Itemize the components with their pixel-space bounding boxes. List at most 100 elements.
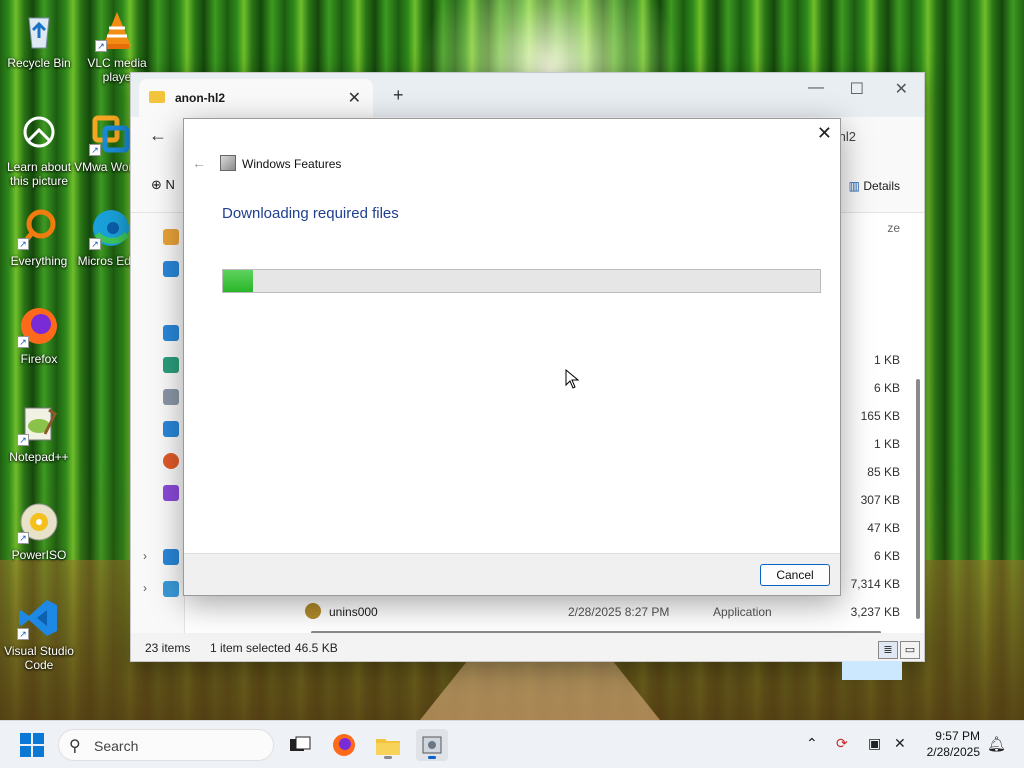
taskbar-windows-features-button[interactable] [416, 729, 448, 761]
network-status-icon[interactable]: ▣ [868, 735, 881, 752]
folder-icon [149, 91, 165, 103]
notification-bell-icon[interactable]: 🔔︎ [987, 735, 1006, 753]
desktop-icon-learn-picture[interactable]: Learn about this picture [0, 112, 78, 188]
dialog-footer: Cancel [184, 553, 840, 595]
desktop-icon-label: Everything [10, 254, 68, 268]
desktop-icon-firefox[interactable]: ↗ Firefox [0, 304, 78, 366]
desktop-icon-everything[interactable]: ↗ Everything [0, 206, 78, 268]
downloads-icon[interactable] [163, 357, 179, 373]
task-view-button[interactable] [284, 729, 316, 761]
shortcut-arrow-icon: ↗ [17, 434, 29, 446]
window-close-button[interactable]: ✕ [895, 79, 908, 99]
taskbar-file-explorer-button[interactable] [372, 729, 404, 761]
windows-logo-tile [20, 746, 31, 757]
windows-logo-tile [33, 746, 44, 757]
tab-close-button[interactable]: ✕ [348, 88, 361, 108]
taskbar-search-box[interactable]: ⚲ Search [58, 729, 274, 761]
firefox-icon [333, 734, 355, 756]
maximize-button[interactable]: ☐ [850, 79, 864, 99]
shortcut-arrow-icon: ↗ [17, 238, 29, 250]
vertical-scrollbar[interactable] [916, 379, 920, 619]
windows-logo-tile [20, 733, 31, 744]
dialog-close-button[interactable]: ✕ [817, 123, 832, 144]
explorer-tab[interactable]: anon-hl2 ✕ [139, 79, 373, 117]
new-button-label: N [165, 177, 175, 192]
windows-features-dialog: ✕ ← Windows Features Downloading require… [183, 118, 841, 596]
learn-picture-icon [17, 112, 61, 156]
dialog-back-button[interactable]: ← [192, 155, 206, 171]
pictures-icon[interactable] [163, 421, 179, 437]
taskbar: ⚲ Search ⌃ ⟳ ▣ ✕ 9:57 PM 2/28/2025 🔔︎ [0, 720, 1024, 768]
explorer-sidebar: › › [131, 213, 185, 633]
gallery-icon[interactable] [163, 261, 179, 277]
network-icon[interactable] [163, 581, 179, 597]
vscode-icon: ↗ [17, 596, 61, 640]
desktop-icon-label: Firefox [20, 352, 58, 366]
explorer-status-bar: 23 items 1 item selected 46.5 KB ≣ ▭ [131, 633, 924, 661]
active-indicator [428, 756, 436, 759]
item-count: 23 items [145, 641, 191, 655]
desktop-icon-recycle-bin[interactable]: Recycle Bin [0, 8, 78, 70]
windows-features-icon [220, 155, 236, 171]
desktop-icon-label: Recycle Bin [7, 56, 71, 70]
poweriso-icon: ↗ [17, 500, 61, 544]
task-view-icon [290, 736, 311, 751]
expand-chevron-icon[interactable]: › [143, 581, 147, 595]
this-pc-icon[interactable] [163, 549, 179, 565]
shortcut-arrow-icon: ↗ [89, 238, 101, 250]
shortcut-arrow-icon: ↗ [95, 40, 107, 52]
videos-icon[interactable] [163, 485, 179, 501]
selection-count: 1 item selected [210, 641, 291, 655]
recycle-bin-icon [17, 8, 61, 52]
music-icon[interactable] [163, 453, 179, 469]
details-button[interactable]: ▥ Details [849, 179, 900, 193]
explorer-back-button[interactable]: ← [149, 125, 167, 146]
minimize-button[interactable]: — [808, 79, 824, 97]
shortcut-arrow-icon: ↗ [17, 628, 29, 640]
installer-app-icon [305, 603, 321, 619]
volume-muted-icon[interactable]: ✕ [894, 735, 906, 752]
cancel-button[interactable]: Cancel [760, 564, 830, 586]
taskbar-firefox-button[interactable] [328, 729, 360, 761]
home-icon[interactable] [163, 229, 179, 245]
clock-date: 2/28/2025 [926, 745, 980, 759]
taskbar-clock[interactable]: 9:57 PM 2/28/2025 [927, 728, 980, 760]
shortcut-arrow-icon: ↗ [17, 532, 29, 544]
sync-alert-icon[interactable]: ⟳ [836, 735, 848, 752]
expand-chevron-icon[interactable]: › [143, 549, 147, 563]
file-date: 2/28/2025 8:27 PM [568, 605, 670, 619]
details-button-label: Details [863, 179, 900, 193]
desktop-icon-label: Notepad++ [9, 450, 69, 464]
desktop-icon-label: PowerISO [11, 548, 67, 562]
everything-icon: ↗ [17, 206, 61, 250]
dialog-title: Windows Features [242, 157, 342, 171]
mouse-cursor-icon [565, 369, 579, 389]
new-tab-button[interactable]: + [393, 85, 404, 106]
breadcrumb[interactable]: hl2 [839, 129, 856, 144]
desktop-icon-vscode[interactable]: ↗ Visual Studio Code [0, 596, 78, 672]
file-name: unins000 [329, 605, 378, 619]
shortcut-arrow-icon: ↗ [89, 144, 101, 156]
file-type: Application [713, 605, 772, 619]
details-view-icon[interactable]: ≣ [878, 641, 898, 659]
chevron-up-icon[interactable]: ⌃ [806, 735, 818, 752]
edge-icon: ↗ [89, 206, 133, 250]
explorer-titlebar: anon-hl2 ✕ + — ☐ ✕ [131, 73, 924, 117]
desktop-icon-poweriso[interactable]: ↗ PowerISO [0, 500, 78, 562]
clock-time: 9:57 PM [935, 729, 980, 743]
desktop-folder-icon[interactable] [163, 325, 179, 341]
firefox-icon: ↗ [17, 304, 61, 348]
explorer-tab-title: anon-hl2 [175, 91, 225, 105]
start-button[interactable] [20, 733, 44, 757]
new-button[interactable]: ⊕ N [151, 177, 175, 193]
desktop-icon-label: Learn about this picture [6, 160, 72, 188]
tiles-view-icon[interactable]: ▭ [900, 641, 920, 659]
running-indicator [384, 756, 392, 759]
vmware-icon: ↗ [89, 112, 133, 156]
windows-logo-tile [33, 733, 44, 744]
progress-bar-fill [223, 270, 253, 292]
shortcut-arrow-icon: ↗ [17, 336, 29, 348]
documents-icon[interactable] [163, 389, 179, 405]
file-size: 3,237 KB [850, 605, 900, 619]
desktop-icon-notepadpp[interactable]: ↗ Notepad++ [0, 402, 78, 464]
